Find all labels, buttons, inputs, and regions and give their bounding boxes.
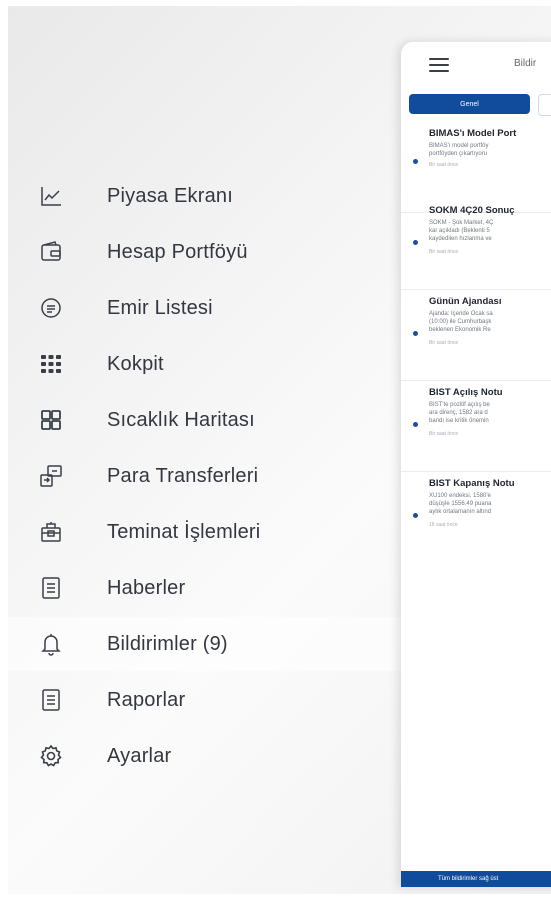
order-list-icon [38,295,64,321]
notification-line: düşüşle 1556.49 puana [429,501,492,507]
menu-label: Sıcaklık Haritası [107,408,255,431]
news-icon [38,575,64,601]
notification-item[interactable]: Günün Ajandası Ajanda: İçeride Ocak sa (… [401,290,551,381]
notification-item[interactable]: BIST Açılış Notu BIST'te pozitif açılış … [401,381,551,472]
menu-item-bildirimler[interactable]: Bildirimler (9) [8,617,418,671]
menu-item-kokpit[interactable]: Kokpit [8,337,418,391]
menu-label: Ayarlar [107,744,172,767]
unread-dot-icon [413,240,418,245]
unread-dot-icon [413,513,418,518]
menu-label: Haberler [107,576,186,599]
notification-line: BIST'te pozitif açılış be [429,402,490,408]
menu-item-teminat-islemleri[interactable]: Teminat İşlemleri [8,505,418,559]
menu-label: Para Transferleri [107,464,259,487]
menu-item-sicaklik-haritasi[interactable]: Sıcaklık Haritası [8,393,418,447]
report-icon [38,687,64,713]
app-background: Piyasa Ekranı Hesap Portföyü Emir Listes… [8,6,551,894]
hamburger-menu-icon[interactable] [429,58,449,72]
notification-line: ara direnç, 1582 ara d [429,410,488,416]
notification-title: Günün Ajandası [429,296,502,307]
notification-title: SOKM 4Ç20 Sonuç [429,205,515,216]
notification-body: Ajanda: İçeride Ocak sa (10:00) ile Cumh… [429,310,551,334]
side-menu: Piyasa Ekranı Hesap Portföyü Emir Listes… [8,6,418,894]
notification-body: BIST'te pozitif açılış be ara direnç, 15… [429,401,551,425]
notification-line: SOKM - Şok Market, 4Ç [429,220,494,226]
collateral-icon [38,519,64,545]
notification-body: SOKM - Şok Market, 4Ç kar açıkladı (Bekl… [429,219,551,243]
notification-title: BIST Açılış Notu [429,387,503,398]
cockpit-grid-icon [38,351,64,377]
notification-title: BIMAS'ı Model Port [429,128,517,139]
wallet-icon [38,239,64,265]
money-transfer-icon [38,463,64,489]
notification-time: Bir saat önce [429,162,459,168]
unread-dot-icon [413,422,418,427]
menu-label: Kokpit [107,352,164,375]
notification-line: bandı ise kritik önemin [429,418,489,424]
menu-label: Emir Listesi [107,296,213,319]
notification-line: beklenen Ekonomik Re [429,327,491,333]
notification-line: kar açıkladı (Beklenti 5 [429,228,490,234]
unread-dot-icon [413,331,418,336]
panel-header: Bildir [401,42,551,90]
panel-footer-bar[interactable]: Tüm bildirimler sağ üst [401,871,551,887]
notification-line: Ajanda: İçeride Ocak sa [429,311,493,317]
page-title: Bildir [514,58,537,69]
notification-item[interactable]: SOKM 4Ç20 Sonuç SOKM - Şok Market, 4Ç ka… [401,199,551,290]
menu-item-hesap-portfoyu[interactable]: Hesap Portföyü [8,225,418,279]
notification-time: 16 saat önce [429,522,458,528]
menu-item-para-transferleri[interactable]: Para Transferleri [8,449,418,503]
notifications-panel: Bildir Genel BIMAS'ı Model Port BIMAS'ı … [401,42,551,887]
bell-icon [38,631,64,657]
notification-time: Bir saat önce [429,431,459,437]
menu-item-haberler[interactable]: Haberler [8,561,418,615]
notification-line: aylık ortalamanın altınd [429,509,492,515]
menu-item-raporlar[interactable]: Raporlar [8,673,418,727]
menu-label: Teminat İşlemleri [107,520,261,543]
settings-gear-icon [38,743,64,769]
unread-dot-icon [413,159,418,164]
notification-body: BIMAS'ı model portföy portföyden çıkartı… [429,142,551,158]
chart-line-icon [38,183,64,209]
notification-time: Bir saat önce [429,249,459,255]
notification-item[interactable]: BIST Kapanış Notu XU100 endeksi, 1580'e … [401,472,551,562]
notification-body: XU100 endeksi, 1580'e düşüşle 1556.49 pu… [429,492,551,516]
notification-line: BIMAS'ı model portföy [429,143,489,149]
notification-line: kaydedilen hızlanma ve [429,236,492,242]
notification-line: (10:00) ile Cumhurbaşk [429,319,492,325]
menu-label: Hesap Portföyü [107,240,248,263]
notification-line: XU100 endeksi, 1580'e [429,493,491,499]
heatmap-icon [38,407,64,433]
menu-label: Bildirimler (9) [107,632,228,655]
menu-item-piyasa-ekrani[interactable]: Piyasa Ekranı [8,169,418,223]
notification-title: BIST Kapanış Notu [429,478,515,489]
menu-item-emir-listesi[interactable]: Emir Listesi [8,281,418,335]
notification-time: Bir saat önce [429,340,459,346]
menu-label: Piyasa Ekranı [107,184,233,207]
menu-item-ayarlar[interactable]: Ayarlar [8,729,418,783]
menu-label: Raporlar [107,688,186,711]
notification-line: portföyden çıkartıyoru [429,151,488,157]
tab-secondary[interactable] [538,94,551,116]
tab-genel[interactable]: Genel [409,94,530,114]
